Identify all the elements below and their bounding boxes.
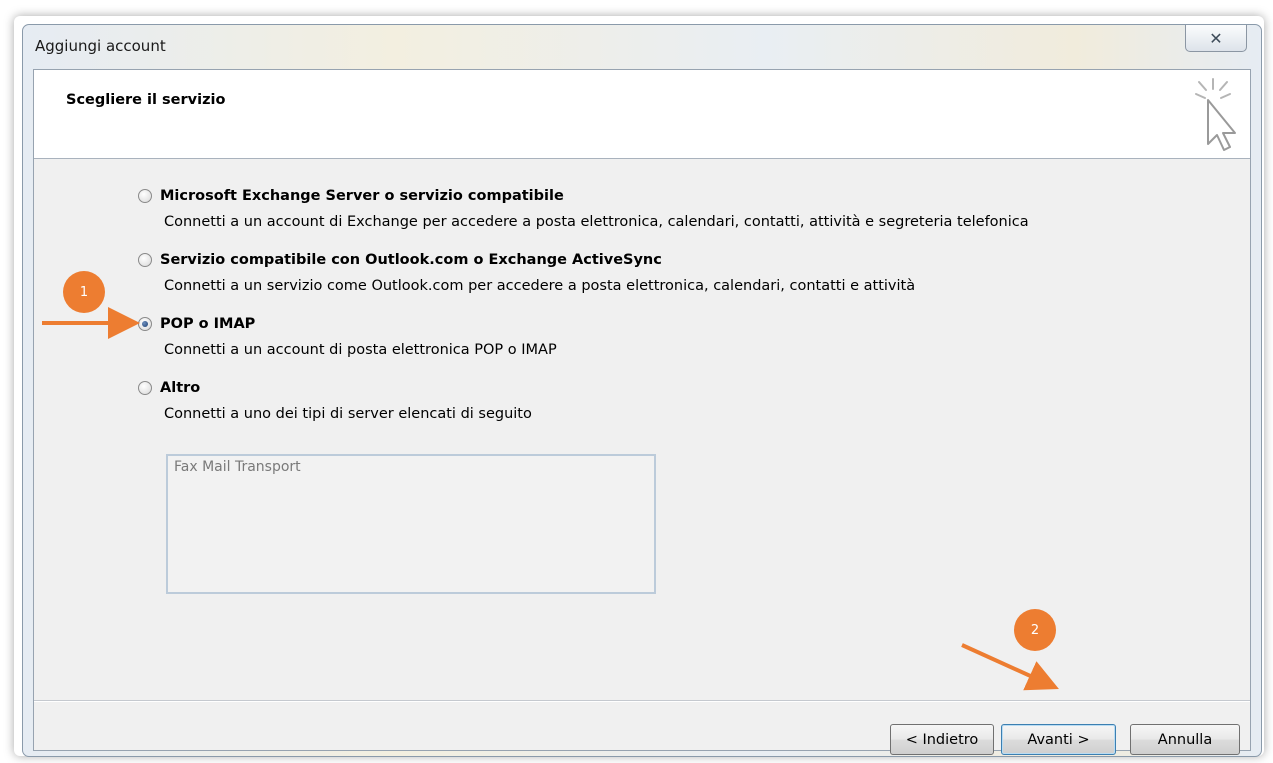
annotation-arrows (42, 307, 1059, 691)
callout-step-1: 1 (63, 271, 105, 313)
callout-step-2: 2 (1014, 609, 1056, 651)
